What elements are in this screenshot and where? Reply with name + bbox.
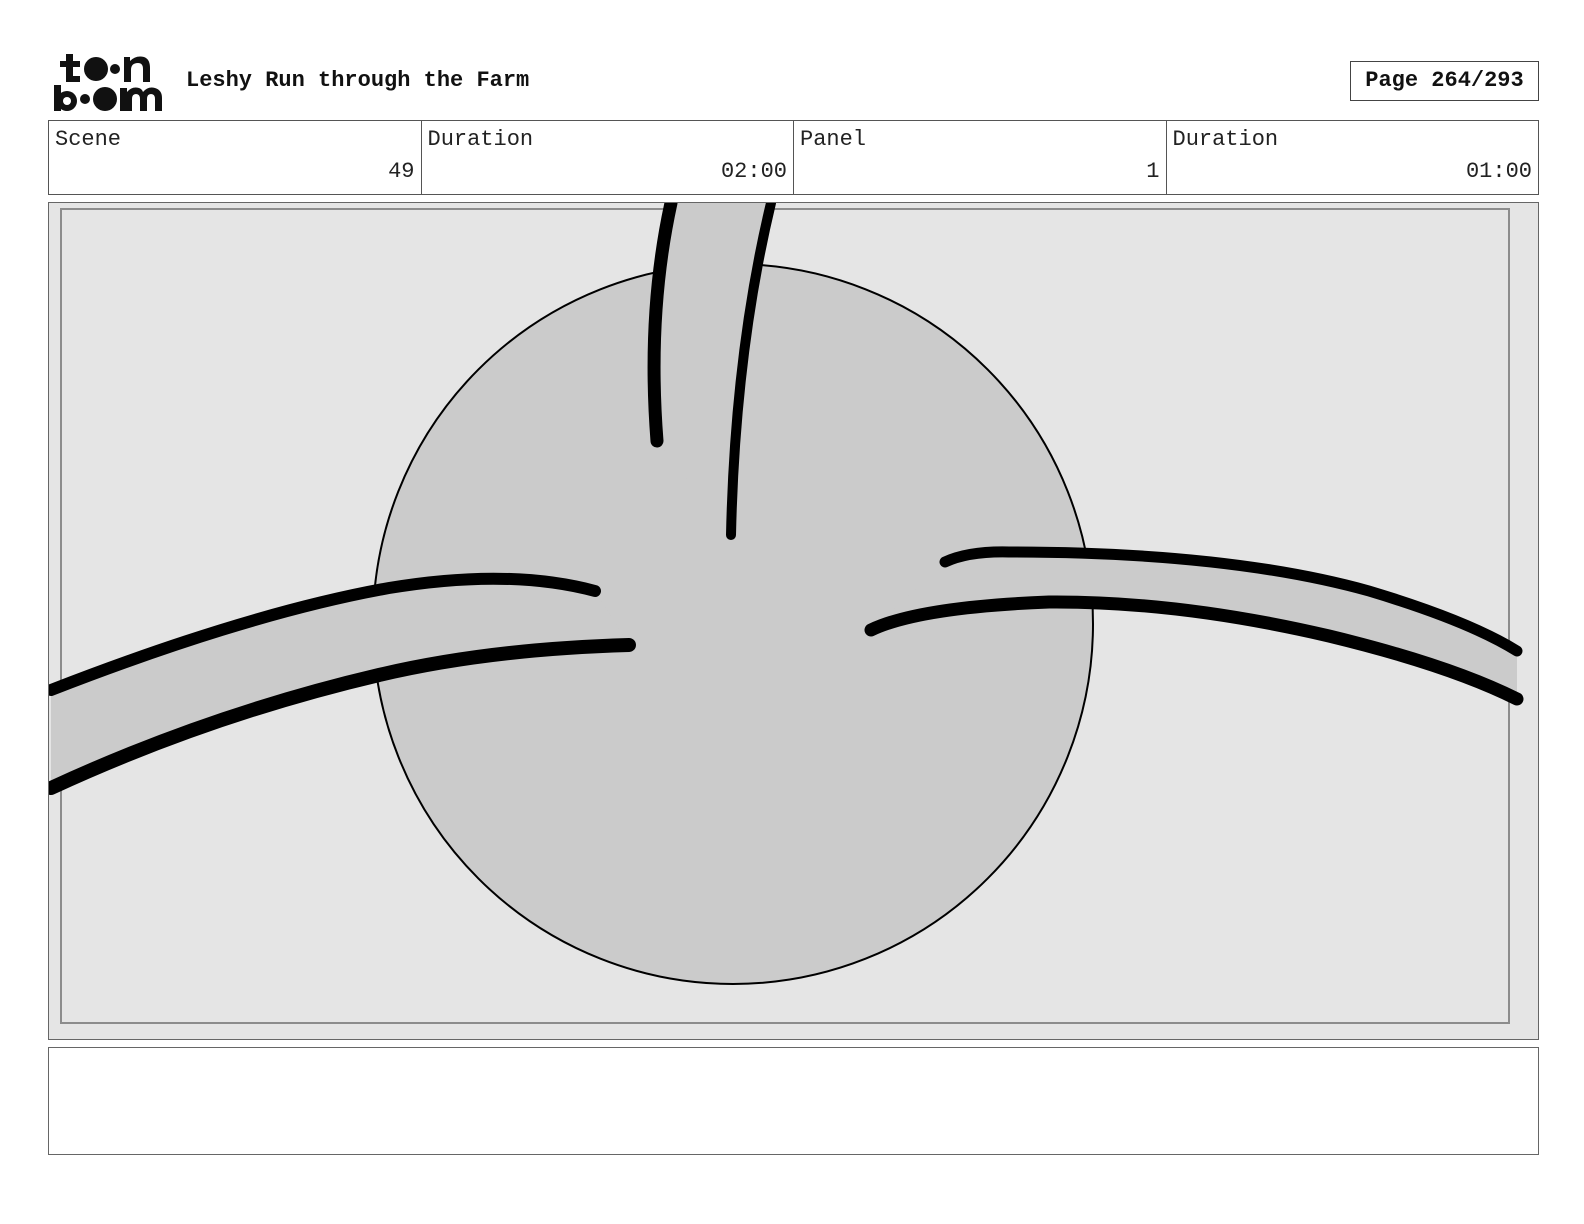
panel-duration-cell: Duration 01:00 [1167,121,1539,194]
panel-duration-value: 01:00 [1465,159,1532,184]
panel-duration-label: Duration [1172,127,1279,152]
scene-duration-label: Duration [427,127,534,152]
project-title: Leshy Run through the Farm [186,68,530,93]
scene-label: Scene [55,127,122,152]
scene-duration-value: 02:00 [720,159,787,184]
scene-info-table: Scene 49 Duration 02:00 Panel 1 Duration… [48,120,1539,195]
panel-label: Panel [800,127,867,152]
panel-drawing [49,203,1538,1039]
toon-boom-logo [54,54,162,111]
storyboard-panel [48,202,1539,1040]
page-indicator: Page 264/293 [1350,61,1539,101]
scene-duration-cell: Duration 02:00 [422,121,794,194]
panel-number: 1 [1146,159,1160,184]
panel-cell: Panel 1 [794,121,1167,194]
scene-cell: Scene 49 [49,121,422,194]
scene-number: 49 [388,159,415,184]
panel-notes [48,1047,1539,1155]
